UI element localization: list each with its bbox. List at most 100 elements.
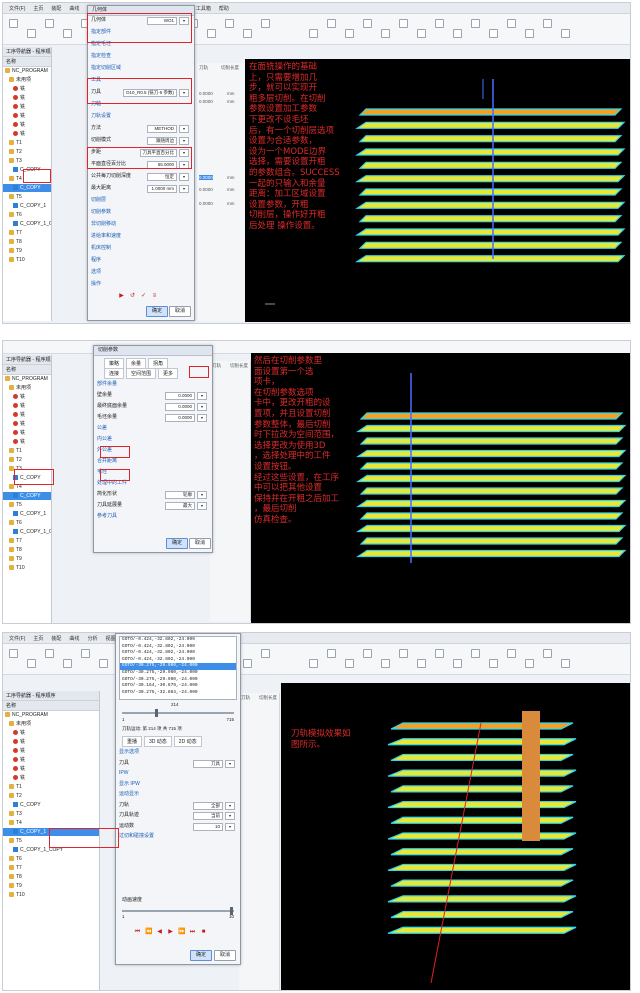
dropdown-icon[interactable]: ▾ — [225, 822, 235, 831]
menu-item[interactable]: 视图 — [105, 635, 115, 642]
tree-item[interactable]: 铣 — [3, 738, 99, 746]
toolbar-icon[interactable] — [9, 649, 18, 658]
toolbar-icon[interactable] — [453, 659, 462, 668]
row-value[interactable]: D10_R0.5 (铣刀-5 参数) — [123, 89, 177, 97]
dropdown-icon[interactable]: ▾ — [225, 812, 235, 820]
graphics-viewport[interactable]: 刀轨模拟效果如 图所示。 — [281, 683, 630, 990]
dialog-row[interactable]: 进给率和速度 — [91, 232, 191, 241]
tree-item[interactable]: T10 — [3, 256, 51, 264]
dropdown-icon[interactable]: ▾ — [179, 149, 189, 157]
toolbar-icon[interactable] — [45, 649, 54, 658]
toolbar-icon[interactable] — [243, 659, 252, 668]
dialog-row[interactable]: 切削参数 — [91, 208, 191, 217]
tree-item[interactable]: 铣 — [3, 756, 99, 764]
dropdown-icon[interactable]: ▾ — [225, 759, 235, 768]
row-value[interactable]: 1.0000 mm — [147, 185, 177, 193]
toolbar-icon[interactable] — [243, 29, 252, 38]
dialog-row[interactable]: IPW — [119, 769, 237, 778]
dropdown-icon[interactable]: ▾ — [225, 801, 235, 810]
playback-button[interactable]: ■ — [200, 929, 207, 936]
toolbar-icon[interactable] — [261, 649, 270, 658]
dropdown-icon[interactable]: ▾ — [179, 185, 189, 193]
tree-item[interactable]: T7 — [3, 537, 51, 545]
dialog-row[interactable]: 几何体 WO1 ▾ — [91, 16, 191, 25]
menu-item[interactable]: 主页 — [33, 635, 43, 642]
tree-item[interactable]: C_COPY — [3, 474, 51, 482]
playback-controls[interactable]: ⏮ ⏪ ◀ ▶ ⏩ ⏭ ■ — [134, 929, 207, 936]
toolbar-icon[interactable] — [525, 29, 534, 38]
dropdown-icon[interactable]: ▾ — [197, 414, 207, 422]
dialog-row[interactable]: 内公差 — [97, 435, 209, 444]
toolbar-icon[interactable] — [363, 649, 372, 658]
toolbar-icon[interactable] — [309, 29, 318, 38]
toolbar-icon[interactable] — [261, 19, 270, 28]
dialog-row[interactable]: 步距 刀具平直百分比 ▾ — [91, 148, 191, 157]
toolbar-icon[interactable] — [327, 19, 336, 28]
menu-item[interactable]: 主页 — [33, 5, 43, 12]
row-value[interactable]: 全部 — [193, 801, 223, 810]
playback-button[interactable]: ⏮ — [134, 929, 141, 936]
toolbar-icon[interactable] — [471, 19, 480, 28]
tree-item[interactable]: T3 — [3, 157, 51, 165]
row-value[interactable]: 0.0000 — [165, 392, 195, 400]
tree-item[interactable]: T8 — [3, 546, 51, 554]
tree-item[interactable]: T4 — [3, 175, 51, 183]
dropdown-icon[interactable]: ▾ — [179, 89, 189, 97]
tree-item[interactable]: 铣 — [3, 420, 51, 428]
tree-item[interactable]: C_COPY — [3, 166, 51, 174]
row-value[interactable]: 恒定 — [147, 173, 177, 181]
dialog-row[interactable]: 最大距离 1.0000 mm ▾ — [91, 184, 191, 193]
generate-icon[interactable]: ▶ — [118, 293, 125, 300]
toolbar-icon[interactable] — [63, 29, 72, 38]
toolbar-icon[interactable] — [489, 29, 498, 38]
menu-item[interactable]: 装配 — [51, 635, 61, 642]
dropdown-icon[interactable]: ▾ — [179, 173, 189, 181]
row-value[interactable]: WO1 — [147, 17, 177, 25]
toolbar-icon[interactable] — [27, 659, 36, 668]
tree-item[interactable]: T1 — [3, 139, 51, 147]
dialog-row[interactable]: 参考刀具 — [97, 512, 209, 521]
ok-button[interactable]: 确定 — [146, 306, 168, 317]
dialog-tab[interactable]: 重播 — [122, 736, 143, 747]
listing-line[interactable]: GOTO/-30.275,-29.960,-24.000 — [120, 663, 236, 670]
dialog-row[interactable]: 外公差 — [97, 446, 209, 455]
listing-line[interactable]: GOTO/-0.424,-32.802,-24.000 — [120, 637, 236, 644]
dialog-row[interactable]: 方法 METHOD ▾ — [91, 124, 191, 133]
menu-item[interactable]: 帮助 — [219, 5, 229, 12]
playback-button[interactable]: ▶ — [167, 929, 174, 936]
tree-item[interactable]: T9 — [3, 882, 99, 890]
row-value[interactable]: 10 — [193, 822, 223, 831]
dialog-row[interactable]: 过切和碰撞设置 — [119, 832, 237, 841]
dropdown-icon[interactable]: ▾ — [179, 161, 189, 169]
toolbar-icon[interactable] — [27, 29, 36, 38]
toolbar-icon[interactable] — [417, 659, 426, 668]
verify-icon[interactable]: ✓ — [140, 293, 147, 300]
tree-item[interactable]: T5 — [3, 193, 51, 201]
tree-item[interactable]: 铣 — [3, 112, 51, 120]
toolbar-icon[interactable] — [399, 19, 408, 28]
dialog-row[interactable]: 运动数 10 ▾ — [119, 822, 237, 831]
toolbar-icon[interactable] — [309, 659, 318, 668]
toolbar-icon[interactable] — [9, 19, 18, 28]
row-value[interactable]: 轮廓 — [165, 491, 195, 499]
row-value[interactable]: METHOD — [147, 125, 177, 133]
menu-item[interactable]: 文件(F) — [9, 5, 25, 12]
tree-item[interactable]: NC_PROGRAM — [3, 375, 51, 383]
tree-item[interactable]: C_COPY_1_COPY — [3, 220, 51, 228]
dropdown-icon[interactable]: ▾ — [179, 17, 189, 25]
tree-item[interactable]: 未用项 — [3, 720, 99, 728]
dialog-row[interactable]: 毛坯余量 0.0000 ▾ — [97, 413, 209, 422]
tree-item[interactable]: C_COPY — [3, 184, 51, 192]
tree-item[interactable]: T8 — [3, 238, 51, 246]
toolbar-icon[interactable] — [507, 19, 516, 28]
tree-item[interactable]: C_COPY — [3, 492, 51, 500]
tree-item[interactable]: T4 — [3, 819, 99, 827]
tree-item[interactable]: T6 — [3, 855, 99, 863]
animation-speed-slider[interactable] — [122, 907, 234, 915]
toolbar-icon[interactable] — [381, 29, 390, 38]
toolbar-icon[interactable] — [207, 29, 216, 38]
ok-button[interactable]: 确定 — [190, 950, 212, 961]
toolpath-listing[interactable]: GOTO/-0.424,-32.802,-24.000 GOTO/-0.424,-… — [119, 636, 237, 700]
cancel-button[interactable]: 取消 — [214, 950, 236, 961]
toolbar-icon[interactable] — [45, 19, 54, 28]
